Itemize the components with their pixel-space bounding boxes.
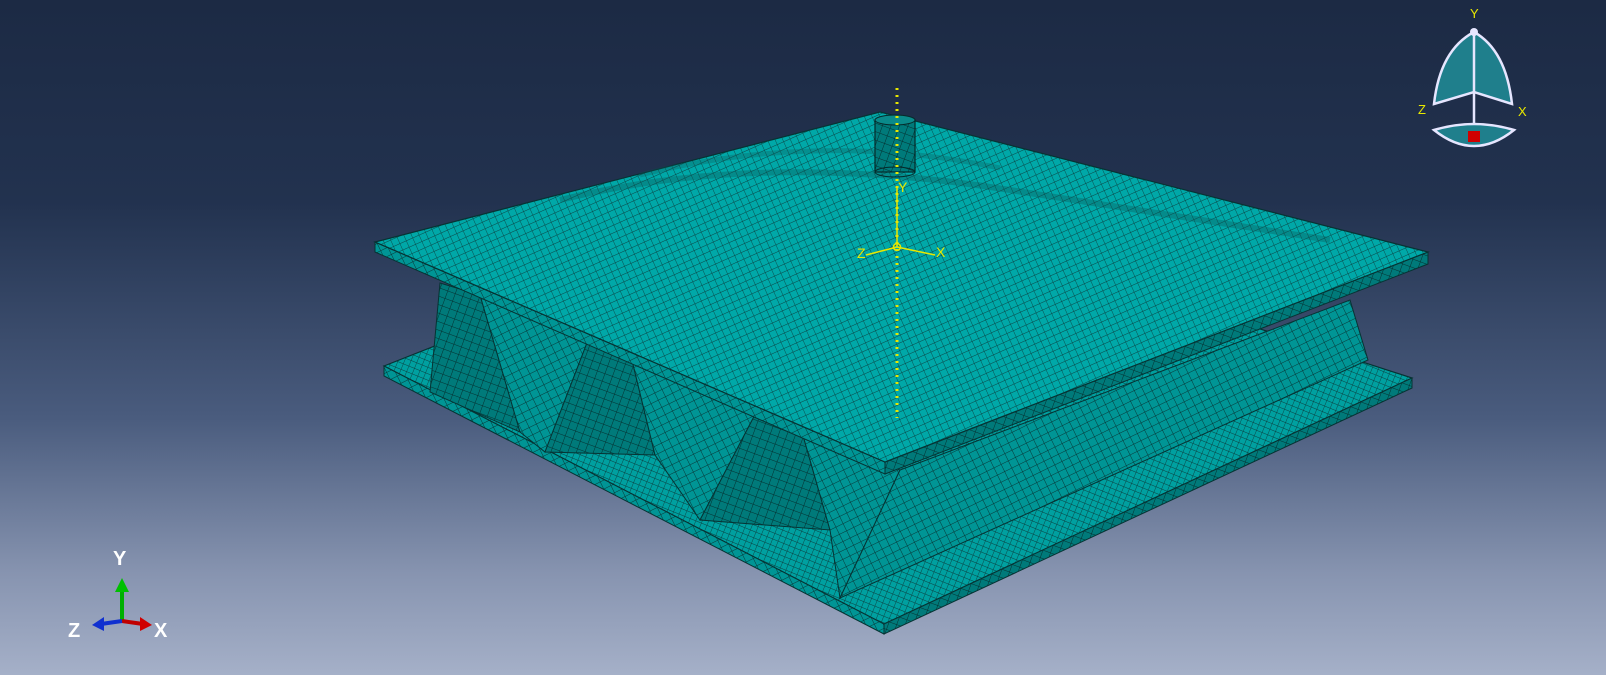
triad-z-arrow-icon xyxy=(92,617,104,631)
triad-x-axis xyxy=(121,619,144,626)
view-cube-home-marker[interactable] xyxy=(1468,131,1480,142)
impactor-cylinder[interactable] xyxy=(874,114,916,178)
impactor-top xyxy=(874,114,916,126)
impactor-body xyxy=(874,119,916,173)
view-cube-top-knob[interactable] xyxy=(1470,28,1478,36)
triad-y-arrow-icon xyxy=(115,578,129,592)
datum-csys-y-label: Y xyxy=(898,179,908,195)
datum-csys-x-label: X xyxy=(936,244,946,260)
triad-z-axis xyxy=(100,619,123,626)
triad-x-label: X xyxy=(154,620,168,642)
view-cube-x-label: X xyxy=(1518,104,1527,119)
model-viewport[interactable]: Y X Z Y X Z Y X Z xyxy=(0,0,1606,675)
datum-csys-z-label: Z xyxy=(857,245,866,261)
view-cube-z-label: Z xyxy=(1418,102,1426,117)
view-cube[interactable]: Y X Z xyxy=(1418,6,1527,148)
global-triad: Y X Z xyxy=(68,548,168,642)
triad-z-label: Z xyxy=(68,620,80,642)
view-cube-y-label: Y xyxy=(1470,6,1479,21)
triad-y-label: Y xyxy=(113,548,127,570)
triad-x-arrow-icon xyxy=(140,617,152,631)
